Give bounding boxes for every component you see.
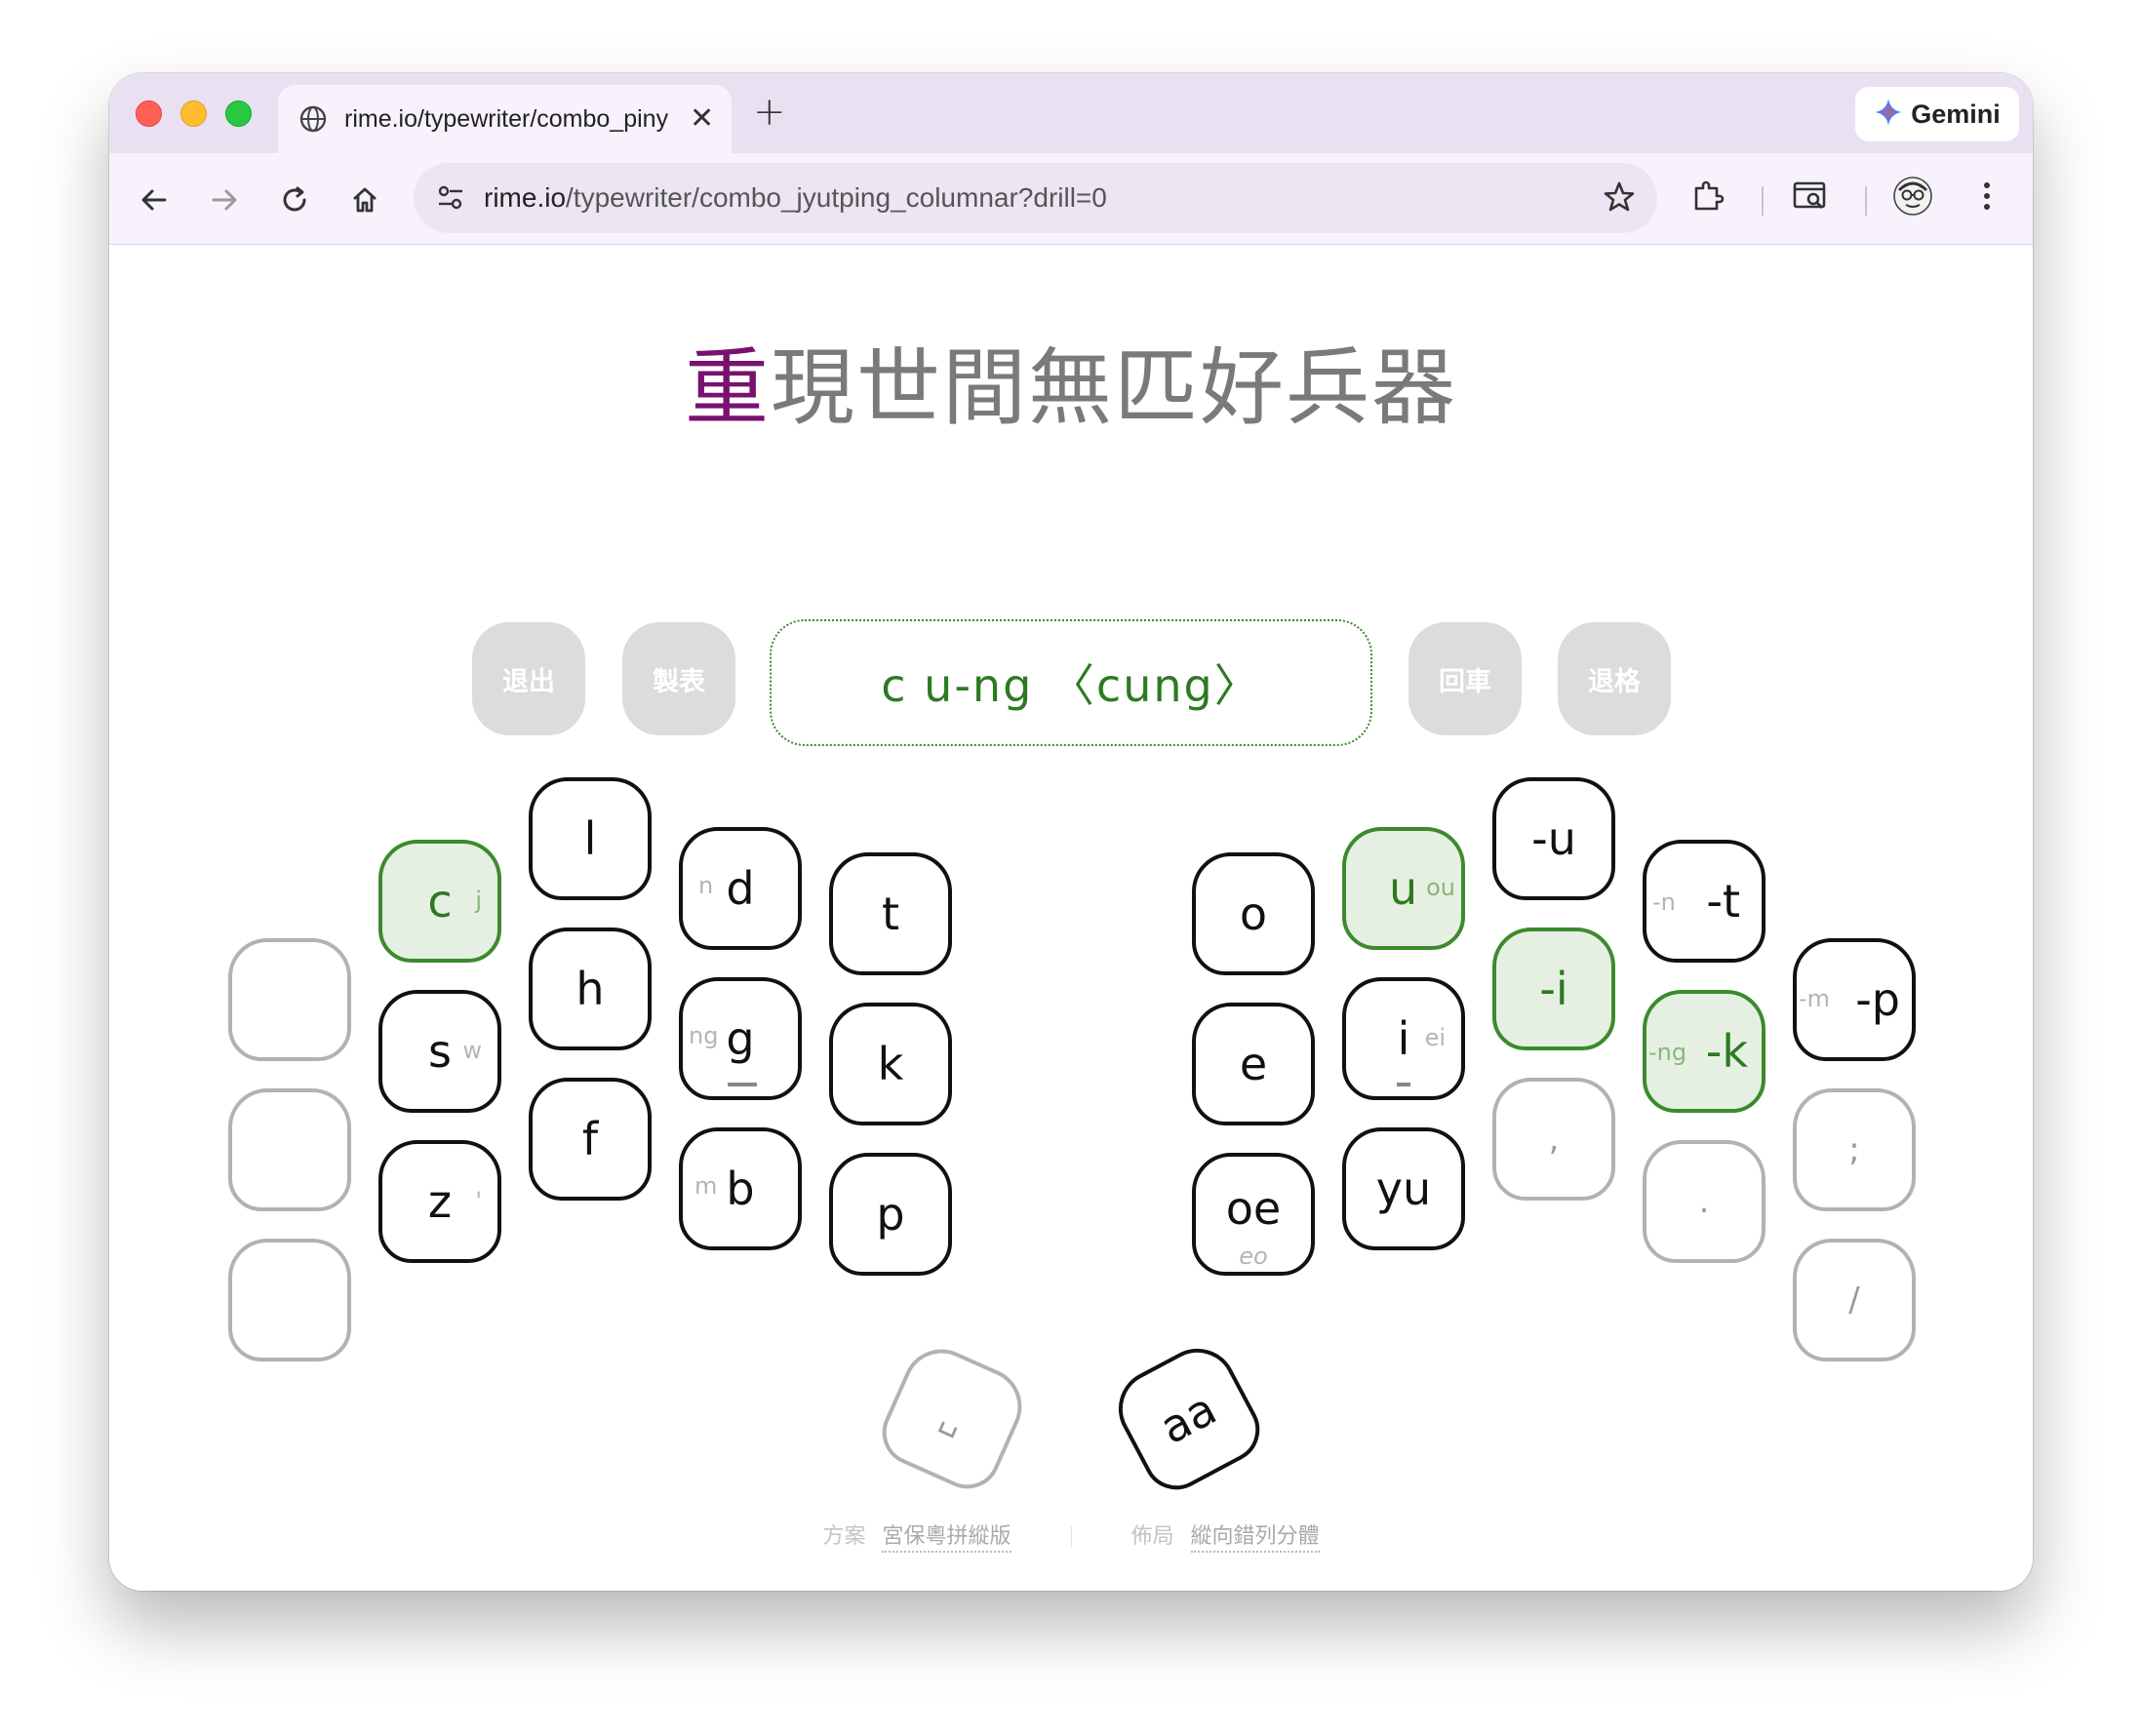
drill-text: 重現世間無匹好兵器	[109, 340, 2033, 437]
url-text: rime.io/typewriter/combo_jyutping_column…	[484, 182, 1107, 213]
table-key[interactable]: 製表	[622, 622, 735, 735]
toolbar-divider	[1865, 186, 1867, 216]
scheme-link[interactable]: 宮保粵拼縱版	[882, 1524, 1012, 1553]
key-aa[interactable]: aa	[1104, 1334, 1272, 1502]
scheme-label: 方案	[822, 1524, 866, 1549]
more-menu-icon[interactable]	[1965, 175, 2008, 217]
gemini-button[interactable]: Gemini	[1855, 87, 2019, 141]
back-arrow-icon[interactable]	[137, 182, 172, 217]
title-bar: rime.io/typewriter/combo_pinyin ✕ + Gemi…	[109, 73, 2033, 153]
key-left-outer-middle[interactable]	[228, 1088, 351, 1211]
key-f[interactable]: f	[529, 1078, 652, 1201]
toolbar-divider	[1762, 186, 1764, 216]
key-b[interactable]: b m	[679, 1127, 802, 1250]
key-z[interactable]: z '	[378, 1140, 501, 1263]
home-key-marker	[1397, 1083, 1410, 1086]
minimize-window-button[interactable]	[180, 100, 207, 127]
footer: 方案 宮保粵拼縱版 佈局 縱向錯列分體	[109, 1519, 2033, 1553]
forward-arrow-icon[interactable]	[207, 182, 242, 217]
key-slash[interactable]: /	[1793, 1239, 1916, 1361]
new-tab-button[interactable]: +	[753, 93, 786, 132]
page-content: 重現世間無匹好兵器 退出 製表 c u-ng 〈cung〉 回車 退格 c j …	[109, 245, 2033, 1591]
footer-divider	[1070, 1526, 1072, 1548]
globe-icon	[299, 105, 327, 133]
key-e[interactable]: e	[1192, 1003, 1315, 1125]
key-period[interactable]: .	[1643, 1140, 1765, 1263]
enter-key[interactable]: 回車	[1408, 622, 1522, 735]
tab-search-icon[interactable]	[1789, 175, 1832, 217]
key-final-t[interactable]: -t -n	[1643, 840, 1765, 963]
key-d[interactable]: d n	[679, 827, 802, 950]
key-final-p[interactable]: -p -m	[1793, 938, 1916, 1061]
key-left-outer-top[interactable]	[228, 938, 351, 1061]
browser-tab[interactable]: rime.io/typewriter/combo_pinyin ✕	[278, 85, 732, 153]
key-left-outer-bottom[interactable]	[228, 1239, 351, 1361]
layout-link[interactable]: 縱向錯列分體	[1190, 1524, 1320, 1553]
key-g[interactable]: g ng	[679, 977, 802, 1100]
site-settings-icon[interactable]	[435, 182, 466, 214]
extensions-puzzle-icon[interactable]	[1686, 175, 1729, 217]
current-character: 重	[685, 339, 771, 437]
key-final-u[interactable]: -u	[1492, 777, 1615, 900]
key-final-k[interactable]: -k -ng	[1643, 990, 1765, 1113]
gemini-sparkle-icon	[1874, 98, 1903, 131]
key-final-i[interactable]: -i	[1492, 927, 1615, 1050]
key-k[interactable]: k	[829, 1003, 952, 1125]
key-h[interactable]: h	[529, 927, 652, 1050]
key-oe[interactable]: oe eo	[1192, 1153, 1315, 1276]
home-key-marker	[728, 1083, 757, 1086]
zoom-window-button[interactable]	[225, 100, 252, 127]
gemini-label: Gemini	[1911, 99, 2001, 129]
bookmark-star-icon[interactable]	[1603, 180, 1636, 214]
key-space[interactable]: ␣	[871, 1336, 1035, 1500]
browser-toolbar: rime.io/typewriter/combo_jyutping_column…	[109, 153, 2033, 245]
browser-window: rime.io/typewriter/combo_pinyin ✕ + Gemi…	[109, 73, 2033, 1591]
reload-icon[interactable]	[277, 182, 312, 217]
key-comma[interactable]: ,	[1492, 1078, 1615, 1201]
key-l[interactable]: l	[529, 777, 652, 900]
key-semicolon[interactable]: ;	[1793, 1088, 1916, 1211]
home-icon[interactable]	[347, 182, 382, 217]
key-p[interactable]: p	[829, 1153, 952, 1276]
key-i[interactable]: i ei	[1342, 977, 1465, 1100]
address-bar[interactable]: rime.io/typewriter/combo_jyutping_column…	[414, 163, 1657, 233]
key-c[interactable]: c j	[378, 840, 501, 963]
key-u[interactable]: u ou	[1342, 827, 1465, 950]
backspace-key[interactable]: 退格	[1558, 622, 1671, 735]
key-t[interactable]: t	[829, 852, 952, 975]
tab-title: rime.io/typewriter/combo_pinyin	[344, 104, 668, 133]
key-yu[interactable]: yu	[1342, 1127, 1465, 1250]
layout-label: 佈局	[1130, 1524, 1174, 1549]
tab-close-icon[interactable]: ✕	[690, 104, 714, 134]
key-o[interactable]: o	[1192, 852, 1315, 975]
remaining-characters: 現世間無匹好兵器	[771, 339, 1457, 437]
exit-key[interactable]: 退出	[472, 622, 585, 735]
close-window-button[interactable]	[136, 100, 162, 127]
profile-avatar-icon[interactable]	[1891, 175, 1934, 217]
key-s[interactable]: s w	[378, 990, 501, 1113]
composition-display: c u-ng 〈cung〉	[770, 619, 1372, 746]
